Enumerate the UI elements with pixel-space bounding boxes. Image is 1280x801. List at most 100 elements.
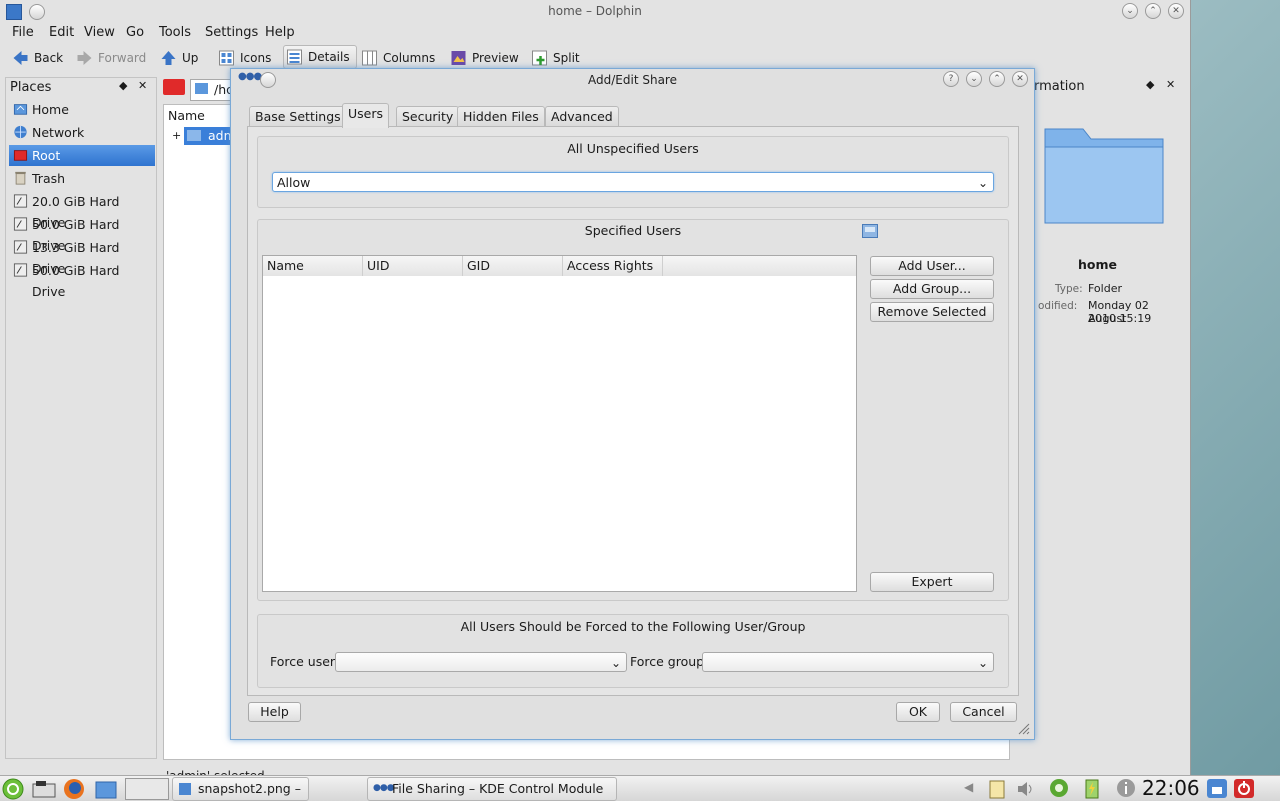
minimize-icon[interactable]: ⌄: [1122, 3, 1138, 19]
tab-base-settings[interactable]: Base Settings: [249, 106, 347, 127]
hard-drive-icon: [13, 194, 28, 208]
back-button[interactable]: Back: [10, 47, 63, 69]
network-icon: [14, 125, 27, 139]
modified-label: odified:: [1038, 300, 1078, 312]
icons-view-button[interactable]: Icons: [216, 47, 271, 69]
specified-users-table[interactable]: Name UID GID Access Rights: [262, 255, 857, 592]
panel-float-icon[interactable]: ◆: [119, 79, 127, 92]
file-manager-icon[interactable]: [95, 779, 117, 799]
tray-expand-icon[interactable]: ◀: [964, 780, 973, 794]
split-button[interactable]: Split: [529, 47, 580, 69]
clipboard-icon[interactable]: [988, 779, 1006, 799]
place-drive-3[interactable]: 13.3 GiB Hard Drive: [9, 237, 155, 276]
preview-icon: [451, 51, 466, 65]
close-icon[interactable]: ✕: [1012, 71, 1028, 87]
place-home[interactable]: Home: [9, 99, 155, 120]
dialog-app-icon[interactable]: ●●●: [238, 71, 262, 82]
pin-icon[interactable]: [29, 4, 45, 20]
menu-view[interactable]: View: [84, 25, 115, 40]
lock-screen-icon[interactable]: [1206, 778, 1228, 799]
force-user-select[interactable]: ⌄: [335, 652, 627, 672]
dialog-title: Add/Edit Share: [588, 73, 677, 87]
preview-button[interactable]: Preview: [448, 47, 519, 69]
columns-view-icon: [362, 50, 377, 66]
panel-close-icon[interactable]: ✕: [138, 79, 147, 92]
details-view-button[interactable]: Details: [283, 45, 357, 69]
menu-edit[interactable]: Edit: [49, 25, 74, 40]
columns-view-button[interactable]: Columns: [359, 47, 435, 69]
tab-advanced[interactable]: Advanced: [545, 106, 619, 127]
minimize-icon[interactable]: ⌄: [966, 71, 982, 87]
chevron-down-icon: ⌄: [977, 176, 988, 190]
panel-close-icon[interactable]: ✕: [1166, 78, 1175, 91]
place-trash[interactable]: Trash: [9, 168, 155, 189]
battery-icon[interactable]: [1083, 778, 1101, 799]
pin-icon[interactable]: [260, 72, 276, 88]
trash-icon: [15, 171, 26, 185]
force-group-select[interactable]: ⌄: [702, 652, 994, 672]
add-user-button[interactable]: Add User...: [870, 256, 994, 276]
place-network[interactable]: Network: [9, 122, 155, 143]
information-panel: ormation ◆ ✕ home Type: Folder odified: …: [1026, 77, 1185, 667]
info-icon[interactable]: [1116, 778, 1136, 798]
menu-help[interactable]: Help: [265, 25, 295, 40]
help-button[interactable]: Help: [248, 702, 301, 722]
tab-security[interactable]: Security: [396, 106, 460, 127]
add-group-button[interactable]: Add Group...: [870, 279, 994, 299]
split-label: Split: [553, 51, 580, 65]
place-label: 50.0 GiB Hard Drive: [32, 263, 120, 299]
column-filler: [663, 256, 856, 276]
menu-settings[interactable]: Settings: [205, 25, 258, 40]
close-icon[interactable]: ✕: [1168, 3, 1184, 19]
tab-hidden-files[interactable]: Hidden Files: [457, 106, 545, 127]
place-drive-1[interactable]: 20.0 GiB Hard Drive: [9, 191, 155, 230]
menu-file[interactable]: File: [12, 25, 34, 40]
column-gid[interactable]: GID: [463, 256, 563, 276]
help-icon[interactable]: ?: [943, 71, 959, 87]
ok-button[interactable]: OK: [896, 702, 940, 722]
column-uid[interactable]: UID: [363, 256, 463, 276]
folder-icon: [195, 83, 208, 94]
split-icon: [532, 50, 547, 66]
kcm-icon: ●●●: [373, 783, 395, 793]
resize-grip-icon[interactable]: [1018, 723, 1030, 735]
name-column-header[interactable]: Name: [168, 108, 205, 123]
expert-button[interactable]: Expert: [870, 572, 994, 592]
unspecified-users-select[interactable]: Allow ⌄: [272, 172, 994, 192]
specified-users-group: Specified Users Name UID GID Access Righ…: [257, 219, 1009, 601]
whats-this-icon[interactable]: [862, 224, 878, 238]
dolphin-app-icon[interactable]: [6, 4, 22, 20]
menu-go[interactable]: Go: [126, 25, 144, 40]
place-label: Network: [32, 125, 85, 140]
cancel-button[interactable]: Cancel: [950, 702, 1017, 722]
place-drive-2[interactable]: 50.0 GiB Hard Drive: [9, 214, 155, 253]
places-title: Places: [10, 80, 52, 95]
menu-tools[interactable]: Tools: [159, 25, 191, 40]
root-folder-icon[interactable]: [163, 79, 185, 95]
column-access-rights[interactable]: Access Rights: [563, 256, 663, 276]
place-root[interactable]: Root: [9, 145, 155, 166]
firefox-icon[interactable]: [63, 778, 85, 800]
maximize-icon[interactable]: ⌃: [989, 71, 1005, 87]
kickoff-menu-icon[interactable]: [2, 778, 24, 800]
volume-icon[interactable]: [1016, 779, 1036, 799]
up-button[interactable]: Up: [158, 47, 198, 69]
column-name[interactable]: Name: [263, 256, 363, 276]
power-icon[interactable]: [1233, 778, 1255, 799]
pager[interactable]: [125, 778, 169, 800]
update-notifier-icon[interactable]: [1049, 778, 1069, 798]
maximize-icon[interactable]: ⌃: [1145, 3, 1161, 19]
remove-selected-button[interactable]: Remove Selected: [870, 302, 994, 322]
task-file-sharing[interactable]: ●●● File Sharing – KDE Control Module: [367, 777, 617, 801]
task-snapshot[interactable]: snapshot2.png –: [172, 777, 309, 801]
forward-button[interactable]: Forward: [74, 47, 146, 69]
clock[interactable]: 22:06: [1142, 776, 1200, 801]
show-desktop-icon[interactable]: [32, 780, 58, 798]
columns-label: Columns: [383, 51, 436, 65]
expand-icon[interactable]: +: [172, 129, 181, 142]
unspecified-users-title: All Unspecified Users: [567, 141, 699, 156]
place-drive-4[interactable]: 50.0 GiB Hard Drive: [9, 260, 155, 299]
red-folder-icon: [13, 150, 28, 161]
tab-users[interactable]: Users: [342, 103, 390, 128]
panel-float-icon[interactable]: ◆: [1146, 78, 1154, 91]
